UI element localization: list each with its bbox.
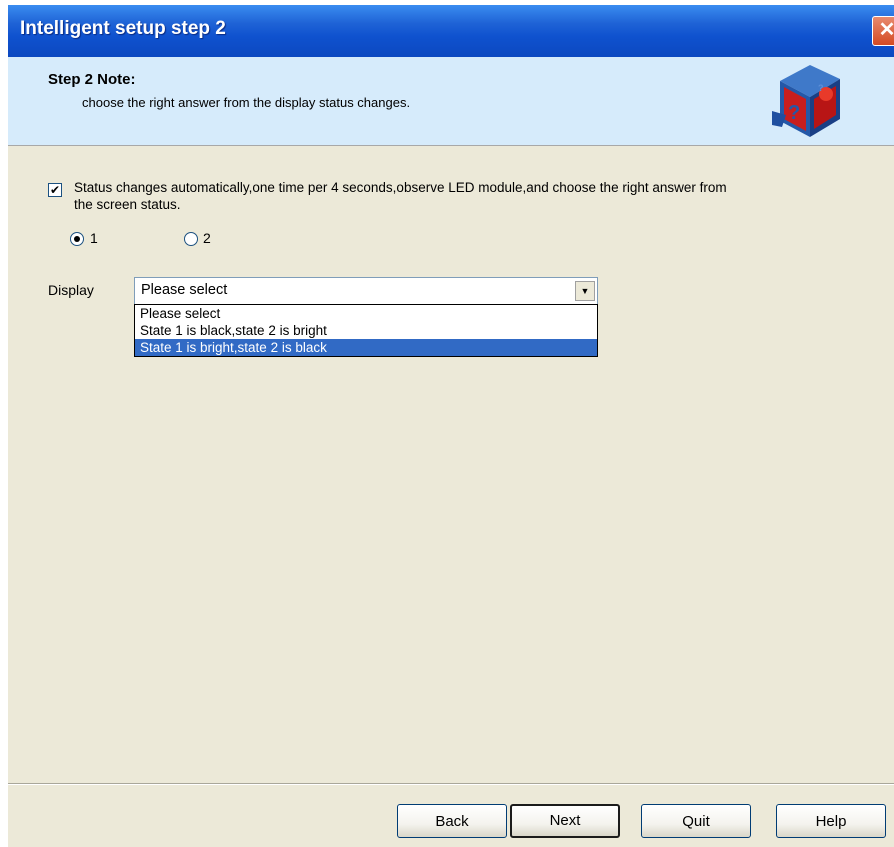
next-button[interactable]: Next — [510, 804, 620, 838]
radio-option-1[interactable] — [70, 232, 84, 246]
dropdown-option[interactable]: State 1 is black,state 2 is bright — [135, 322, 597, 339]
form-area: ✔ Status changes automatically,one time … — [8, 146, 894, 786]
help-button[interactable]: Help — [776, 804, 886, 838]
close-button[interactable]: ✕ — [872, 16, 894, 46]
auto-change-checkbox[interactable]: ✔ — [48, 183, 62, 197]
setup-dialog: Intelligent setup step 2 ✕ Step 2 Note: … — [8, 5, 894, 847]
auto-change-label: Status changes automatically,one time pe… — [74, 180, 727, 212]
radio-option-2[interactable] — [184, 232, 198, 246]
note-panel: Step 2 Note: choose the right answer fro… — [8, 57, 894, 146]
note-title: Step 2 Note: — [48, 71, 136, 88]
display-select-value: Please select — [141, 282, 228, 298]
display-dropdown-list: Please select State 1 is black,state 2 i… — [134, 304, 598, 357]
back-button[interactable]: Back — [397, 804, 507, 838]
chevron-down-icon[interactable]: ▼ — [575, 281, 595, 301]
dropdown-option-highlighted[interactable]: State 1 is bright,state 2 is black — [135, 339, 597, 356]
footer-divider — [8, 783, 894, 785]
svg-text:?: ? — [818, 83, 824, 93]
radio-option-1-label: 1 — [90, 230, 98, 246]
radio-option-2-label: 2 — [203, 230, 211, 246]
dropdown-option[interactable]: Please select — [135, 305, 597, 322]
quit-button[interactable]: Quit — [641, 804, 751, 838]
svg-text:?: ? — [788, 102, 800, 124]
display-label: Display — [48, 282, 94, 298]
setup-cube-icon: ? ? — [772, 65, 840, 137]
title-bar[interactable]: Intelligent setup step 2 ✕ — [8, 5, 894, 57]
window-title: Intelligent setup step 2 — [20, 18, 226, 39]
display-select[interactable]: Please select ▼ — [134, 277, 598, 305]
note-text: choose the right answer from the display… — [82, 95, 411, 110]
